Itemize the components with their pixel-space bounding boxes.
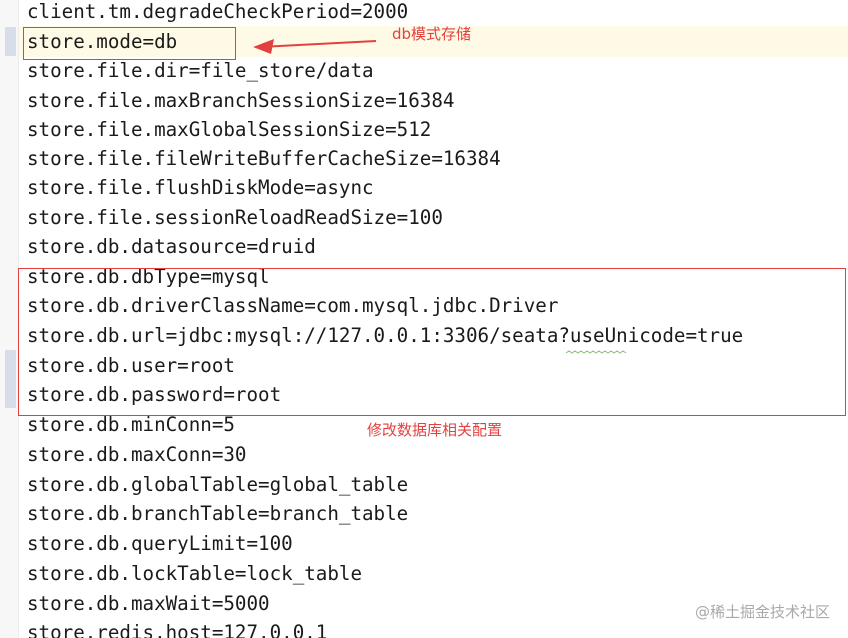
code-line[interactable]: store.db.lockTable=lock_table xyxy=(27,559,362,589)
code-line[interactable]: client.tm.degradeCheckPeriod=2000 xyxy=(27,0,408,27)
code-line[interactable]: store.db.branchTable=branch_table xyxy=(27,499,408,529)
code-line[interactable]: store.db.queryLimit=100 xyxy=(27,529,293,559)
code-line[interactable]: store.file.maxGlobalSessionSize=512 xyxy=(27,115,431,145)
store-mode-highlight-box xyxy=(23,27,236,60)
db-config-highlight-box xyxy=(18,268,846,416)
watermark: @稀土掘金技术社区 xyxy=(694,603,830,621)
code-line[interactable]: store.file.flushDiskMode=async xyxy=(27,173,374,203)
code-line[interactable]: store.file.fileWriteBufferCacheSize=1638… xyxy=(27,144,501,174)
code-line[interactable]: store.file.dir=file_store/data xyxy=(27,56,374,86)
change-marker xyxy=(5,350,16,408)
editor-gutter xyxy=(0,0,19,638)
code-line[interactable]: store.file.maxBranchSessionSize=16384 xyxy=(27,86,454,116)
code-line[interactable]: store.db.maxWait=5000 xyxy=(27,589,270,619)
code-line[interactable]: store.db.datasource=druid xyxy=(27,232,316,262)
db-mode-annotation: db模式存储 xyxy=(392,25,472,43)
code-line[interactable]: store.db.maxConn=30 xyxy=(27,440,247,470)
code-line[interactable]: store.db.globalTable=global_table xyxy=(27,470,408,500)
code-line[interactable]: store.file.sessionReloadReadSize=100 xyxy=(27,203,443,233)
change-marker xyxy=(5,27,16,56)
code-line[interactable]: store.redis.host=127.0.0.1 xyxy=(27,618,327,638)
left-arrow-icon xyxy=(253,39,377,54)
db-config-annotation: 修改数据库相关配置 xyxy=(367,421,503,439)
